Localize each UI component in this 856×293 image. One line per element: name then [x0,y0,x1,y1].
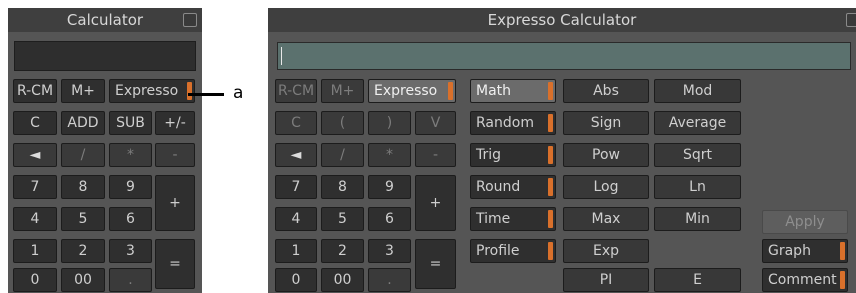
expression-input[interactable] [277,42,851,70]
digit-1-button[interactable]: 1 [275,239,317,263]
plus-button[interactable]: + [155,175,195,231]
sqrt-button[interactable]: Sqrt [654,143,741,167]
abs-button[interactable]: Abs [563,79,649,103]
max-button[interactable]: Max [563,207,649,231]
plus-button[interactable]: + [415,175,456,231]
callout-label: a [233,83,244,103]
divide-button[interactable]: / [61,143,105,167]
pi-button[interactable]: PI [563,268,649,292]
backspace-button[interactable]: ◄ [13,143,57,167]
minus-button[interactable]: - [415,143,456,167]
digit-4-button[interactable]: 4 [275,207,317,231]
min-button[interactable]: Min [654,207,741,231]
expresso-titlebar: Expresso Calculator [268,8,856,32]
graph-toggle[interactable]: Graph [762,239,848,263]
digit-0-button[interactable]: 0 [13,268,57,292]
digit-8-button[interactable]: 8 [61,175,105,199]
pow-button[interactable]: Pow [563,143,649,167]
digit-00-button[interactable]: 00 [61,268,105,292]
comment-toggle[interactable]: Comment [762,268,848,292]
digit-6-button[interactable]: 6 [368,207,411,231]
average-button[interactable]: Average [654,111,741,135]
rcm-button[interactable]: R-CM [275,79,317,103]
calculator-titlebar: Calculator [8,8,202,32]
calculator-window: Calculator R-CM M+ Expresso C ADD SUB +/… [8,8,202,293]
callout-leader-line [188,93,224,96]
clear-button[interactable]: C [13,111,57,135]
ln-button[interactable]: Ln [654,175,741,199]
category-time[interactable]: Time [470,207,556,231]
log-button[interactable]: Log [563,175,649,199]
expresso-toggle[interactable]: Expresso [109,79,195,103]
digit-9-button[interactable]: 9 [109,175,152,199]
digit-0-button[interactable]: 0 [275,268,317,292]
multiply-button[interactable]: * [109,143,152,167]
digit-4-button[interactable]: 4 [13,207,57,231]
digit-1-button[interactable]: 1 [13,239,57,263]
digit-3-button[interactable]: 3 [368,239,411,263]
add-button[interactable]: ADD [61,111,105,135]
category-profile[interactable]: Profile [470,239,556,263]
mplus-button[interactable]: M+ [61,79,105,103]
window-toggle-icon[interactable] [846,13,856,27]
digit-2-button[interactable]: 2 [61,239,105,263]
expresso-toggle[interactable]: Expresso [368,79,456,103]
decimal-point-button[interactable]: . [368,268,411,292]
apply-button[interactable]: Apply [762,210,848,234]
plus-minus-button[interactable]: +/- [155,111,195,135]
category-trig[interactable]: Trig [470,143,556,167]
digit-6-button[interactable]: 6 [109,207,152,231]
expresso-title: Expresso Calculator [487,11,637,29]
category-math[interactable]: Math [470,79,556,103]
text-cursor [281,47,282,65]
digit-2-button[interactable]: 2 [321,239,364,263]
rcm-button[interactable]: R-CM [13,79,57,103]
multiply-button[interactable]: * [368,143,411,167]
sub-button[interactable]: SUB [109,111,152,135]
calculator-display [14,41,196,71]
digit-5-button[interactable]: 5 [61,207,105,231]
left-paren-button[interactable]: ( [321,111,364,135]
divide-button[interactable]: / [321,143,364,167]
digit-8-button[interactable]: 8 [321,175,364,199]
v-button[interactable]: V [415,111,456,135]
exp-button[interactable]: Exp [563,239,649,263]
minus-button[interactable]: - [155,143,195,167]
backspace-button[interactable]: ◄ [275,143,317,167]
digit-7-button[interactable]: 7 [13,175,57,199]
digit-3-button[interactable]: 3 [109,239,152,263]
digit-7-button[interactable]: 7 [275,175,317,199]
equals-button[interactable]: = [155,239,195,289]
mplus-button[interactable]: M+ [321,79,364,103]
digit-9-button[interactable]: 9 [368,175,411,199]
expresso-calculator-window: Expresso Calculator R-CM M+ Expresso C (… [268,8,856,293]
sign-button[interactable]: Sign [563,111,649,135]
equals-button[interactable]: = [415,239,456,289]
calculator-title: Calculator [66,11,144,29]
right-paren-button[interactable]: ) [368,111,411,135]
digit-00-button[interactable]: 00 [321,268,364,292]
clear-button[interactable]: C [275,111,317,135]
mod-button[interactable]: Mod [654,79,741,103]
category-round[interactable]: Round [470,175,556,199]
decimal-point-button[interactable]: . [109,268,152,292]
digit-5-button[interactable]: 5 [321,207,364,231]
category-random[interactable]: Random [470,111,556,135]
window-toggle-icon[interactable] [183,13,197,27]
e-button[interactable]: E [654,268,741,292]
